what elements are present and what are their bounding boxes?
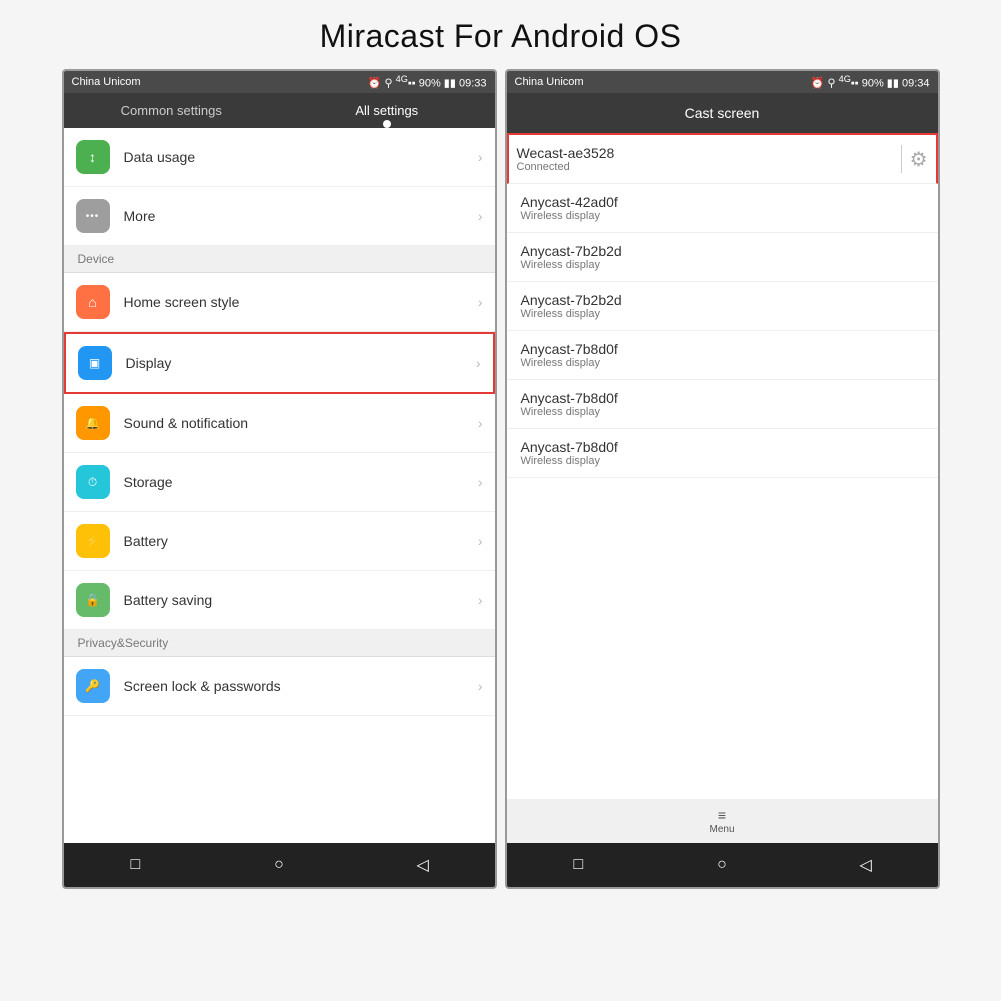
settings-item-more[interactable]: ••• More › xyxy=(64,187,495,246)
settings-item-data-usage[interactable]: ↕ Data usage › xyxy=(64,128,495,187)
display-label: Display xyxy=(126,355,472,371)
settings-item-battery[interactable]: ⚡ Battery › xyxy=(64,512,495,571)
phones-container: China Unicom ⏰ ⚲ 4G▪▪ 90% ▮▮ ⏰ ⚲ ⁴ᵍ↑↓ 90… xyxy=(0,69,1001,889)
carrier-right: China Unicom xyxy=(515,76,584,88)
nav-bar-right: □ ○ ◁ xyxy=(507,843,938,887)
menu-label: Menu xyxy=(709,824,734,835)
carrier-left: China Unicom xyxy=(72,76,141,88)
data-usage-icon: ↕ xyxy=(76,140,110,174)
battery-chevron: › xyxy=(478,533,483,549)
cast-item-anycast4[interactable]: Anycast-7b8d0f Wireless display xyxy=(507,331,938,380)
tab-all-settings[interactable]: All settings xyxy=(279,93,495,128)
cast-item-anycast1[interactable]: Anycast-42ad0f Wireless display xyxy=(507,184,938,233)
cast-divider xyxy=(901,145,902,173)
section-privacy: Privacy&Security xyxy=(64,630,495,657)
nav-circle-left[interactable]: ○ xyxy=(259,850,299,880)
anycast1-name: Anycast-42ad0f xyxy=(521,194,618,210)
cast-list: Wecast-ae3528 Connected ⚙ Anycast-42ad0f… xyxy=(507,133,938,799)
phone-left: China Unicom ⏰ ⚲ 4G▪▪ 90% ▮▮ ⏰ ⚲ ⁴ᵍ↑↓ 90… xyxy=(62,69,497,889)
sound-icon: 🔔 xyxy=(76,406,110,440)
storage-chevron: › xyxy=(478,474,483,490)
anycast6-name: Anycast-7b8d0f xyxy=(521,439,618,455)
settings-item-battery-saving[interactable]: 🔒 Battery saving › xyxy=(64,571,495,630)
tab-common-settings[interactable]: Common settings xyxy=(64,93,280,128)
section-device: Device xyxy=(64,246,495,273)
battery-saving-icon: 🔒 xyxy=(76,583,110,617)
cast-item-wecast[interactable]: Wecast-ae3528 Connected ⚙ xyxy=(507,133,938,184)
settings-item-display[interactable]: ▣ Display › xyxy=(64,332,495,394)
status-icons-right: ⏰ ⚲ 4G▪▪ 90% ▮▮ 09:34 xyxy=(811,74,930,90)
data-usage-label: Data usage xyxy=(124,149,474,165)
battery-label: Battery xyxy=(124,533,474,549)
home-screen-icon: ⌂ xyxy=(76,285,110,319)
cast-item-anycast3[interactable]: Anycast-7b2b2d Wireless display xyxy=(507,282,938,331)
settings-item-storage[interactable]: ⏱ Storage › xyxy=(64,453,495,512)
anycast1-status: Wireless display xyxy=(521,210,618,222)
anycast6-status: Wireless display xyxy=(521,455,618,467)
settings-item-sound[interactable]: 🔔 Sound & notification › xyxy=(64,394,495,453)
display-icon: ▣ xyxy=(78,346,112,380)
screen-lock-chevron: › xyxy=(478,678,483,694)
page-title: Miracast For Android OS xyxy=(0,0,1001,69)
battery-saving-label: Battery saving xyxy=(124,592,474,608)
screen-lock-label: Screen lock & passwords xyxy=(124,678,474,694)
menu-bar: ≡ Menu xyxy=(507,799,938,843)
home-screen-label: Home screen style xyxy=(124,294,474,310)
nav-square-right[interactable]: □ xyxy=(558,850,598,880)
data-usage-chevron: › xyxy=(478,149,483,165)
anycast2-name: Anycast-7b2b2d xyxy=(521,243,622,259)
more-chevron: › xyxy=(478,208,483,224)
anycast5-status: Wireless display xyxy=(521,406,618,418)
storage-label: Storage xyxy=(124,474,474,490)
more-label: More xyxy=(124,208,474,224)
anycast3-name: Anycast-7b2b2d xyxy=(521,292,622,308)
anycast4-status: Wireless display xyxy=(521,357,618,369)
phone-right: China Unicom ⏰ ⚲ 4G▪▪ 90% ▮▮ 09:34 Cast … xyxy=(505,69,940,889)
settings-item-home-screen[interactable]: ⌂ Home screen style › xyxy=(64,273,495,332)
cast-item-anycast5[interactable]: Anycast-7b8d0f Wireless display xyxy=(507,380,938,429)
nav-back-left[interactable]: ◁ xyxy=(403,850,443,880)
home-screen-chevron: › xyxy=(478,294,483,310)
settings-header-left: Common settings All settings xyxy=(64,93,495,128)
battery-icon: ⚡ xyxy=(76,524,110,558)
menu-icon: ≡ xyxy=(718,808,726,822)
cast-item-anycast6[interactable]: Anycast-7b8d0f Wireless display xyxy=(507,429,938,478)
status-bar-left: China Unicom ⏰ ⚲ 4G▪▪ 90% ▮▮ ⏰ ⚲ ⁴ᵍ↑↓ 90… xyxy=(64,71,495,93)
anycast5-name: Anycast-7b8d0f xyxy=(521,390,618,406)
cast-item-anycast2[interactable]: Anycast-7b2b2d Wireless display xyxy=(507,233,938,282)
status-icons-left: ⏰ ⚲ 4G▪▪ 90% ▮▮ ⏰ ⚲ ⁴ᵍ↑↓ 90% 🔋 09:3309:3… xyxy=(368,74,487,90)
anycast4-name: Anycast-7b8d0f xyxy=(521,341,618,357)
settings-item-screen-lock[interactable]: 🔑 Screen lock & passwords › xyxy=(64,657,495,716)
settings-list-left: ↕ Data usage › ••• More › Device xyxy=(64,128,495,843)
screen-lock-icon: 🔑 xyxy=(76,669,110,703)
nav-back-right[interactable]: ◁ xyxy=(846,850,886,880)
status-bar-right: China Unicom ⏰ ⚲ 4G▪▪ 90% ▮▮ 09:34 xyxy=(507,71,938,93)
nav-circle-right[interactable]: ○ xyxy=(702,850,742,880)
battery-saving-chevron: › xyxy=(478,592,483,608)
sound-chevron: › xyxy=(478,415,483,431)
gear-icon[interactable]: ⚙ xyxy=(910,147,928,172)
wecast-status: Connected xyxy=(517,161,893,173)
display-chevron: › xyxy=(476,355,481,371)
wecast-name: Wecast-ae3528 xyxy=(517,145,893,161)
sound-label: Sound & notification xyxy=(124,415,474,431)
storage-icon: ⏱ xyxy=(76,465,110,499)
cast-screen-header: Cast screen xyxy=(507,93,938,133)
anycast2-status: Wireless display xyxy=(521,259,622,271)
more-icon: ••• xyxy=(76,199,110,233)
nav-bar-left: □ ○ ◁ xyxy=(64,843,495,887)
nav-square-left[interactable]: □ xyxy=(115,850,155,880)
anycast3-status: Wireless display xyxy=(521,308,622,320)
